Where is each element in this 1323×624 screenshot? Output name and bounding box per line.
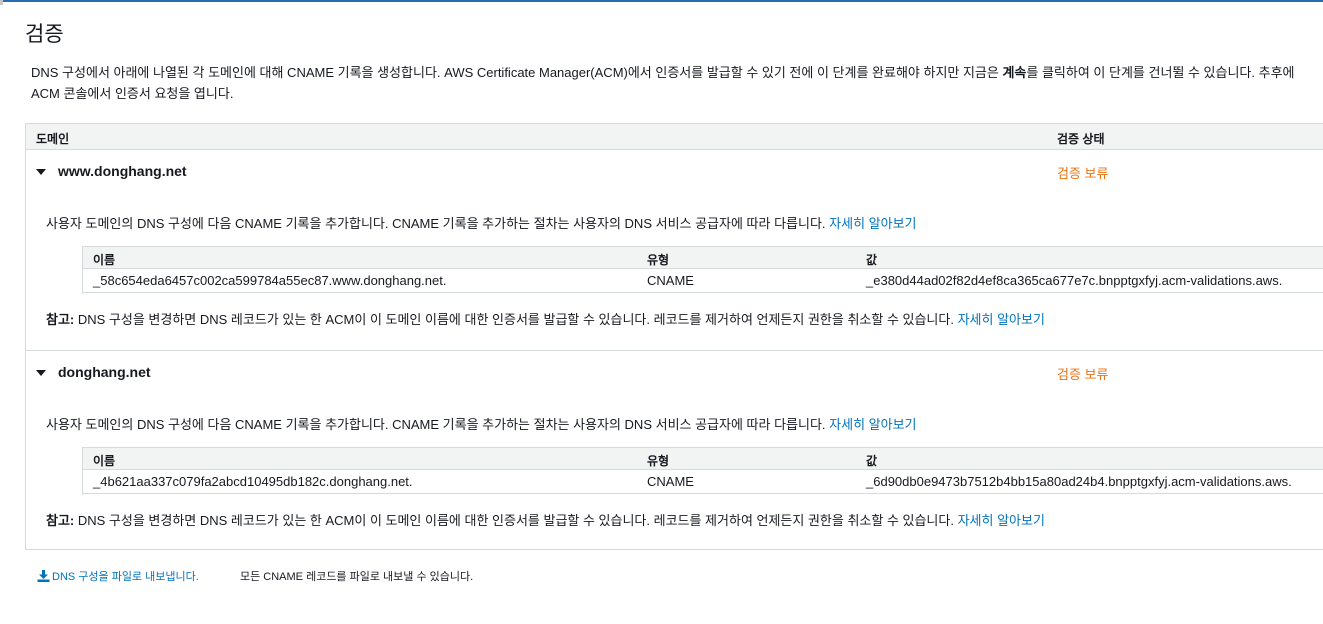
continue-keyword: 계속 — [1002, 65, 1027, 80]
record-name[interactable]: _4b621aa337c079fa2abcd10495db182c.dongha… — [93, 474, 413, 489]
domain-row: donghang.net 검증 보류 사용자 도메인의 DNS 구성에 다음 C… — [26, 351, 1323, 551]
domain-table: 도메인 검증 상태 www.donghang.net 검증 보류 사용자 도메인… — [25, 123, 1323, 550]
column-header-name: 이름 — [93, 253, 116, 267]
column-header-value: 값 — [866, 253, 878, 267]
domain-table-header: 도메인 검증 상태 — [26, 124, 1323, 150]
record-value[interactable]: _e380d44ad02f82d4ef8ca365ca677e7c.bnpptg… — [866, 273, 1282, 288]
domain-row-toggle[interactable]: donghang.net — [26, 351, 1026, 391]
note-learn-more-link[interactable]: 자세히 알아보기 — [958, 513, 1045, 528]
description-text-1: DNS 구성에서 아래에 나열된 각 도메인에 대해 CNAME 기록을 생성합… — [31, 65, 1003, 80]
domain-row: www.donghang.net 검증 보류 사용자 도메인의 DNS 구성에 … — [26, 150, 1323, 351]
note-label: 참고: — [46, 513, 75, 528]
top-divider — [0, 0, 1323, 2]
cname-record-table: 이름 유형 값 _4b621aa337c079fa2abcd10495db182… — [82, 447, 1323, 495]
record-table-header: 이름 유형 값 — [83, 448, 1323, 470]
column-header-type: 유형 — [647, 253, 670, 267]
note-text: DNS 구성을 변경하면 DNS 레코드가 있는 한 ACM이 이 도메인 이름… — [74, 513, 954, 528]
description-line-2: ACM 콘솔에서 인증서 요청을 엽니다. — [31, 86, 234, 101]
description-line-1: DNS 구성에서 아래에 나열된 각 도메인에 대해 CNAME 기록을 생성합… — [31, 62, 1323, 83]
section-title: 검증 — [25, 23, 64, 46]
status-pending: 검증 보류 — [1057, 367, 1109, 382]
column-header-value: 값 — [866, 454, 878, 468]
note: 참고: DNS 구성을 변경하면 DNS 레코드가 있는 한 ACM이 이 도메… — [46, 510, 1045, 529]
export-section: DNS 구성을 파일로 내보냅니다. 모든 CNAME 레코드를 파일로 내보낼… — [37, 568, 473, 584]
column-header-name: 이름 — [93, 454, 116, 468]
record-name[interactable]: _58c654eda6457c002ca599784a55ec87.www.do… — [93, 273, 446, 288]
export-dns-button[interactable]: DNS 구성을 파일로 내보냅니다. — [37, 570, 199, 583]
record-type: CNAME — [647, 273, 694, 288]
column-header-domain: 도메인 — [36, 132, 70, 146]
note: 참고: DNS 구성을 변경하면 DNS 레코드가 있는 한 ACM이 이 도메… — [46, 309, 1045, 328]
download-icon[interactable] — [37, 570, 50, 582]
domain-row-toggle[interactable]: www.donghang.net — [26, 150, 1026, 190]
learn-more-link[interactable]: 자세히 알아보기 — [829, 417, 916, 432]
record-row: _4b621aa337c079fa2abcd10495db182c.dongha… — [83, 470, 1323, 494]
instruction-text: 사용자 도메인의 DNS 구성에 다음 CNAME 기록을 추가합니다. CNA… — [46, 216, 826, 231]
note-learn-more-link[interactable]: 자세히 알아보기 — [958, 312, 1045, 327]
export-description: 모든 CNAME 레코드를 파일로 내보낼 수 있습니다. — [240, 571, 474, 583]
column-header-status: 검증 상태 — [1057, 132, 1105, 146]
caret-down-icon[interactable] — [36, 169, 46, 175]
cname-instruction: 사용자 도메인의 DNS 구성에 다음 CNAME 기록을 추가합니다. CNA… — [46, 213, 917, 232]
domain-name: donghang.net — [58, 364, 151, 380]
export-link-label[interactable]: DNS 구성을 파일로 내보냅니다. — [52, 571, 199, 583]
learn-more-link[interactable]: 자세히 알아보기 — [829, 216, 916, 231]
section-description: DNS 구성에서 아래에 나열된 각 도메인에 대해 CNAME 기록을 생성합… — [31, 62, 1323, 104]
record-row: _58c654eda6457c002ca599784a55ec87.www.do… — [83, 269, 1323, 293]
status-pending: 검증 보류 — [1057, 166, 1109, 181]
cname-record-table: 이름 유형 값 _58c654eda6457c002ca599784a55ec8… — [82, 246, 1323, 294]
note-text: DNS 구성을 변경하면 DNS 레코드가 있는 한 ACM이 이 도메인 이름… — [74, 312, 954, 327]
record-table-header: 이름 유형 값 — [83, 247, 1323, 269]
instruction-text: 사용자 도메인의 DNS 구성에 다음 CNAME 기록을 추가합니다. CNA… — [46, 417, 826, 432]
description-text-2: 를 클릭하여 이 단계를 건너뛸 수 있습니다. 추후에 — [1026, 65, 1295, 80]
column-header-type: 유형 — [647, 454, 670, 468]
top-divider-corner — [0, 0, 3, 5]
cname-instruction: 사용자 도메인의 DNS 구성에 다음 CNAME 기록을 추가합니다. CNA… — [46, 414, 917, 433]
record-value[interactable]: _6d90db0e9473b7512b4bb15a80ad24b4.bnpptg… — [866, 474, 1292, 489]
record-type: CNAME — [647, 474, 694, 489]
caret-down-icon[interactable] — [36, 370, 46, 376]
note-label: 참고: — [46, 312, 75, 327]
domain-name: www.donghang.net — [58, 163, 187, 179]
